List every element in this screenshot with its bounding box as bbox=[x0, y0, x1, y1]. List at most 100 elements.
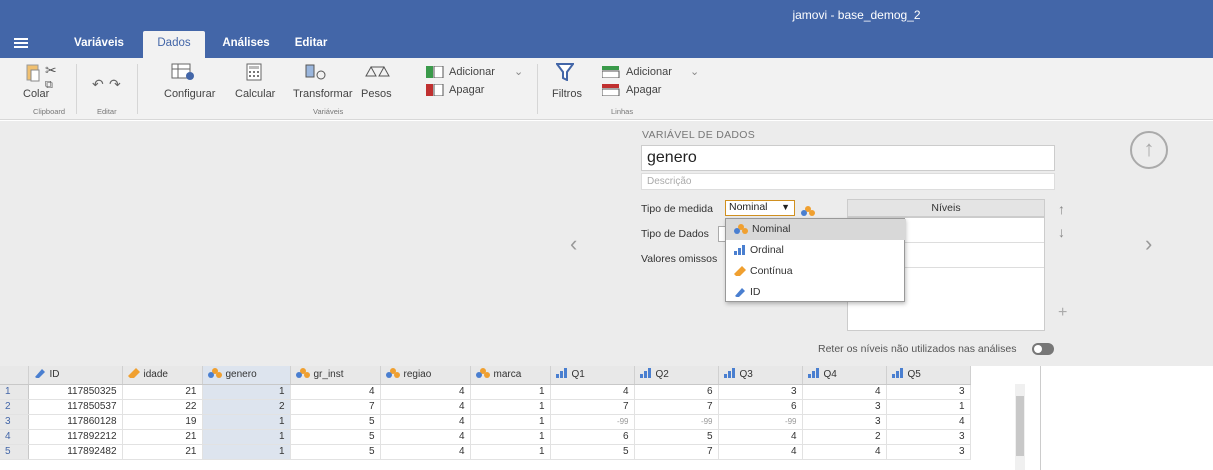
table-cell[interactable]: 4 bbox=[380, 414, 471, 430]
delete-variable-button[interactable]: Apagar bbox=[449, 84, 484, 96]
table-cell[interactable]: 1 bbox=[202, 429, 291, 445]
table-cell[interactable]: 4 bbox=[380, 399, 471, 415]
delete-row-icon[interactable] bbox=[601, 84, 620, 99]
table-cell[interactable]: 5 bbox=[634, 429, 719, 445]
chevron-down-icon[interactable]: ⌄ bbox=[514, 65, 523, 78]
table-cell[interactable]: 1 bbox=[470, 444, 551, 460]
table-cell[interactable]: -99 bbox=[550, 414, 635, 430]
table-cell[interactable]: 1 bbox=[470, 414, 551, 430]
measure-type-select[interactable]: Nominal ▼ bbox=[725, 200, 795, 216]
row-number[interactable]: 5 bbox=[0, 444, 29, 460]
move-down-icon[interactable]: ↓ bbox=[1058, 224, 1065, 240]
delete-row-button[interactable]: Apagar bbox=[626, 84, 661, 96]
table-cell[interactable]: 1 bbox=[886, 399, 971, 415]
table-row[interactable]: 1 117850325 21 1 4 4 1 4 6 3 4 3 bbox=[0, 384, 971, 400]
tab-editar[interactable]: Editar bbox=[286, 31, 336, 58]
table-cell[interactable]: 4 bbox=[380, 429, 471, 445]
table-cell[interactable]: 7 bbox=[290, 399, 381, 415]
table-cell[interactable]: 3 bbox=[886, 429, 971, 445]
table-cell[interactable]: -99 bbox=[634, 414, 719, 430]
add-variable-icon[interactable] bbox=[426, 65, 444, 81]
table-cell[interactable]: 3 bbox=[886, 444, 971, 460]
table-cell[interactable]: 5 bbox=[290, 414, 381, 430]
table-cell[interactable]: 117850537 bbox=[28, 399, 123, 415]
add-row-button[interactable]: Adicionar bbox=[626, 66, 672, 78]
table-cell[interactable]: 7 bbox=[634, 444, 719, 460]
tab-dados[interactable]: Dados bbox=[143, 31, 205, 58]
table-row[interactable]: 2 117850537 22 2 7 4 1 7 7 6 3 1 bbox=[0, 399, 971, 415]
column-header-q5[interactable]: Q5 bbox=[886, 366, 971, 385]
table-cell[interactable]: 1 bbox=[470, 384, 551, 400]
table-cell[interactable]: 21 bbox=[122, 384, 203, 400]
compute-icon[interactable] bbox=[246, 63, 262, 84]
table-cell[interactable]: 6 bbox=[634, 384, 719, 400]
table-cell[interactable]: 4 bbox=[380, 384, 471, 400]
redo-icon[interactable]: ↷ bbox=[109, 76, 121, 93]
table-cell[interactable]: 1 bbox=[202, 384, 291, 400]
table-cell[interactable]: 5 bbox=[290, 444, 381, 460]
move-up-icon[interactable]: ↑ bbox=[1058, 201, 1065, 217]
table-cell[interactable]: 1 bbox=[470, 429, 551, 445]
add-level-icon[interactable]: + bbox=[1058, 304, 1067, 322]
paste-button[interactable]: Colar bbox=[23, 88, 49, 100]
transform-button[interactable]: Transformar bbox=[293, 88, 353, 100]
table-cell[interactable]: 4 bbox=[886, 414, 971, 430]
column-header-marca[interactable]: marca bbox=[470, 366, 551, 385]
column-header-q1[interactable]: Q1 bbox=[550, 366, 635, 385]
table-row[interactable]: 4 117892212 21 1 5 4 1 6 5 4 2 3 bbox=[0, 429, 971, 445]
tab-analises[interactable]: Análises bbox=[215, 31, 277, 58]
row-number[interactable]: 4 bbox=[0, 429, 29, 445]
column-header-q4[interactable]: Q4 bbox=[802, 366, 887, 385]
table-cell[interactable]: 5 bbox=[550, 444, 635, 460]
table-cell[interactable]: 6 bbox=[550, 429, 635, 445]
table-cell[interactable]: 22 bbox=[122, 399, 203, 415]
previous-variable-arrow-icon[interactable]: ‹ bbox=[570, 231, 577, 257]
weights-icon[interactable] bbox=[365, 63, 391, 84]
table-cell[interactable]: 7 bbox=[634, 399, 719, 415]
table-row[interactable]: 5 117892482 21 1 5 4 1 5 7 4 4 3 bbox=[0, 444, 971, 460]
compute-button[interactable]: Calcular bbox=[235, 88, 275, 100]
setup-button[interactable]: Configurar bbox=[164, 88, 215, 100]
column-header-idade[interactable]: idade bbox=[122, 366, 203, 385]
table-cell[interactable]: 21 bbox=[122, 444, 203, 460]
table-cell[interactable]: 117860128 bbox=[28, 414, 123, 430]
variable-name-field[interactable]: genero bbox=[641, 145, 1055, 171]
measure-option-continuous[interactable]: Contínua bbox=[726, 261, 906, 282]
data-table[interactable]: ID idade genero gr_inst regiao marca Q1 Q2 Q3 Q4 Q… bbox=[0, 366, 971, 460]
table-cell[interactable]: 1 bbox=[202, 444, 291, 460]
table-cell[interactable]: 3 bbox=[802, 414, 887, 430]
retain-unused-toggle[interactable] bbox=[1032, 343, 1054, 355]
setup-icon[interactable] bbox=[170, 62, 196, 85]
row-number[interactable]: 3 bbox=[0, 414, 29, 430]
column-header-q2[interactable]: Q2 bbox=[634, 366, 719, 385]
table-cell[interactable]: 4 bbox=[718, 444, 803, 460]
table-cell[interactable]: 4 bbox=[290, 384, 381, 400]
table-cell[interactable]: 3 bbox=[802, 399, 887, 415]
table-cell[interactable]: 4 bbox=[802, 384, 887, 400]
delete-variable-icon[interactable] bbox=[426, 83, 444, 99]
column-header-genero[interactable]: genero bbox=[202, 366, 291, 385]
undo-icon[interactable]: ↶ bbox=[92, 76, 104, 93]
collapse-editor-icon[interactable]: ↑ bbox=[1130, 131, 1168, 169]
table-cell[interactable]: 117892212 bbox=[28, 429, 123, 445]
next-variable-arrow-icon[interactable]: › bbox=[1145, 231, 1152, 257]
table-cell[interactable]: 4 bbox=[380, 444, 471, 460]
tab-variaveis[interactable]: Variáveis bbox=[68, 31, 130, 58]
table-cell[interactable]: 7 bbox=[550, 399, 635, 415]
data-grid[interactable]: ID idade genero gr_inst regiao marca Q1 Q2 Q3 Q4 Q… bbox=[0, 366, 1213, 470]
row-number[interactable]: 1 bbox=[0, 384, 29, 400]
table-cell[interactable]: 3 bbox=[718, 384, 803, 400]
chevron-down-icon[interactable]: ⌄ bbox=[690, 65, 699, 78]
paste-icon[interactable] bbox=[26, 62, 40, 85]
row-number[interactable]: 2 bbox=[0, 399, 29, 415]
table-cell[interactable]: 5 bbox=[290, 429, 381, 445]
table-cell[interactable]: 4 bbox=[718, 429, 803, 445]
column-header-regiao[interactable]: regiao bbox=[380, 366, 471, 385]
column-header-id[interactable]: ID bbox=[28, 366, 123, 385]
column-header-q3[interactable]: Q3 bbox=[718, 366, 803, 385]
measure-option-ordinal[interactable]: Ordinal bbox=[726, 240, 906, 261]
vertical-scrollbar[interactable] bbox=[1015, 384, 1025, 470]
table-cell[interactable]: 4 bbox=[550, 384, 635, 400]
table-cell[interactable]: 1 bbox=[202, 414, 291, 430]
weights-button[interactable]: Pesos bbox=[361, 88, 392, 100]
